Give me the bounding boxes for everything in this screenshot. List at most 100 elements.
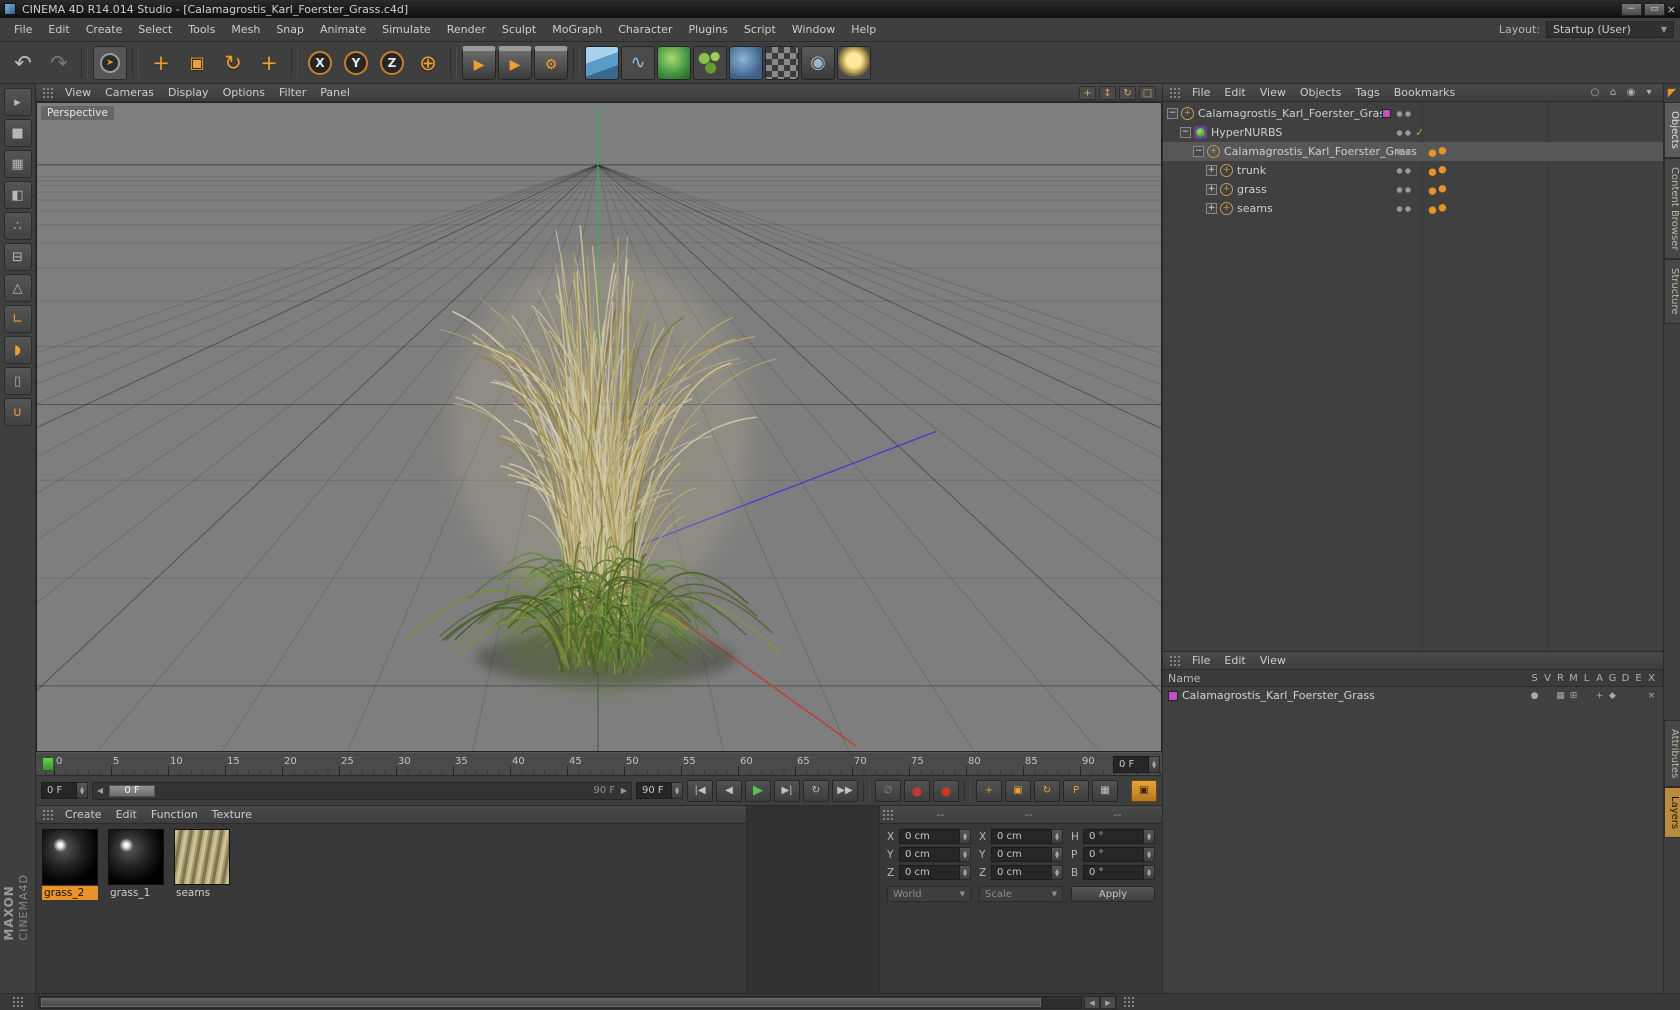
lock-x-axis-button[interactable]: X: [303, 46, 337, 80]
drag-handle-icon[interactable]: [42, 808, 54, 821]
layer-toggle-icon[interactable]: [1619, 691, 1632, 701]
material-item[interactable]: grass_2: [42, 829, 100, 900]
material-thumbnail[interactable]: [42, 829, 98, 885]
model-mode-button[interactable]: ■: [3, 119, 32, 147]
enable-axis-button[interactable]: ∟: [3, 305, 32, 333]
keyframe-selection-button[interactable]: ▦: [1092, 779, 1118, 802]
cycle-mode-button[interactable]: ↻: [803, 779, 829, 802]
menubar-item[interactable]: Help: [843, 20, 884, 39]
coordinate-value[interactable]: 0 cm: [991, 829, 1052, 844]
layer-toggle-icon[interactable]: [1632, 691, 1645, 701]
undo-button[interactable]: ↶: [6, 46, 40, 80]
range-start-field[interactable]: 0 F ▲ ▼: [41, 782, 88, 799]
object-tree-row[interactable]: Calamagrostis_Karl_Foerster_Grass ✓: [1163, 104, 1663, 123]
stepper-arrows-icon[interactable]: ▲ ▼: [1144, 847, 1155, 862]
stepper-arrows-icon[interactable]: ▲ ▼: [1052, 865, 1063, 880]
current-frame-value[interactable]: 0 F: [1113, 756, 1149, 773]
render-picture-viewer-button[interactable]: ▶: [498, 45, 532, 80]
enabled-check-icon[interactable]: ✓: [1415, 126, 1424, 139]
menubar-item[interactable]: Mesh: [223, 20, 268, 39]
expand-toggle-icon[interactable]: [1180, 127, 1191, 138]
timeline-ruler[interactable]: 0 5 10 15 20 25 30 35 40 45 50 55 60 65 70 75 80 85 90 0 F…: [36, 752, 1162, 776]
record-position-button[interactable]: +: [976, 779, 1002, 802]
scroll-left-icon[interactable]: ◀: [1084, 995, 1100, 1009]
right-panel-tab[interactable]: Attributes: [1664, 719, 1680, 788]
stepper-arrows-icon[interactable]: ▲ ▼: [1052, 847, 1063, 862]
menubar-item[interactable]: MoGraph: [544, 20, 610, 39]
menubar-item[interactable]: Window: [784, 20, 843, 39]
visibility-dots-icon[interactable]: [1395, 166, 1413, 175]
material-name[interactable]: grass_1: [108, 886, 164, 900]
redo-button[interactable]: ↷: [42, 46, 76, 80]
object-manager-menu-item[interactable]: View: [1253, 84, 1293, 101]
pan-view-icon[interactable]: +: [1079, 85, 1096, 100]
render-view-button[interactable]: ▶: [462, 45, 496, 80]
home-icon[interactable]: ⌂: [1606, 87, 1620, 98]
material-menu-item[interactable]: Create: [58, 806, 109, 823]
menubar-item[interactable]: File: [6, 20, 40, 39]
stepper-arrows-icon[interactable]: ▲ ▼: [960, 847, 971, 862]
workplane-mode-button[interactable]: ◧: [3, 181, 32, 209]
drag-handle-icon[interactable]: [11, 996, 24, 1008]
expand-toggle-icon[interactable]: [1206, 165, 1217, 176]
points-mode-button[interactable]: ∴: [3, 212, 32, 240]
right-panel-tab[interactable]: Content Browser: [1664, 157, 1680, 260]
coordinate-input[interactable]: 0 cm ▲ ▼: [899, 847, 971, 862]
previous-frame-button[interactable]: ◀: [716, 779, 742, 802]
close-button[interactable]: ×: [1667, 3, 1676, 16]
coordinate-value[interactable]: 0 cm: [899, 865, 960, 880]
render-settings-button[interactable]: ⚙: [534, 45, 568, 80]
add-deformer-button[interactable]: [729, 45, 763, 80]
coordinate-input[interactable]: 0 cm ▲ ▼: [991, 847, 1063, 862]
add-hypernurbs-button[interactable]: [657, 45, 691, 80]
menubar-item[interactable]: Create: [78, 20, 131, 39]
object-manager-menu-item[interactable]: Objects: [1293, 84, 1349, 101]
scroll-right-icon[interactable]: ▶: [1100, 995, 1116, 1009]
add-mograph-button[interactable]: [693, 45, 727, 80]
object-tree-row[interactable]: trunk ✓: [1163, 161, 1663, 180]
lock-y-axis-button[interactable]: Y: [339, 46, 373, 80]
layout-dropdown[interactable]: Startup (User) ▼: [1546, 21, 1674, 38]
menubar-item[interactable]: Snap: [268, 20, 312, 39]
add-camera-button[interactable]: ◉: [801, 45, 835, 80]
menu-arrow-icon[interactable]: ▾: [1642, 87, 1656, 98]
horizontal-scrollbar-track[interactable]: [38, 995, 1082, 1009]
object-tree-row[interactable]: HyperNURBS ✓: [1163, 123, 1663, 142]
coordinate-input[interactable]: 0 cm ▲ ▼: [991, 865, 1063, 880]
polygons-mode-button[interactable]: △: [3, 274, 32, 302]
maximize-view-icon[interactable]: □: [1139, 85, 1156, 100]
layer-toggle-icon[interactable]: ●: [1528, 691, 1541, 701]
viewport-menu-item[interactable]: Filter: [272, 84, 313, 101]
drag-handle-icon[interactable]: [882, 808, 894, 821]
goto-start-button[interactable]: |◀: [687, 779, 713, 802]
next-frame-button[interactable]: ▶|: [774, 779, 800, 802]
stepper-arrows-icon[interactable]: ▲ ▼: [960, 829, 971, 844]
last-used-tool-button[interactable]: +: [252, 46, 286, 80]
object-name[interactable]: seams: [1237, 202, 1273, 215]
coordinate-system-button[interactable]: ⊕: [411, 46, 445, 80]
workplane-lock-button[interactable]: ▯: [3, 367, 32, 395]
layer-toggle-icon[interactable]: ×: [1645, 691, 1658, 701]
layer-toggle-icon[interactable]: [1541, 691, 1554, 701]
menubar-item[interactable]: Simulate: [374, 20, 439, 39]
object-name[interactable]: Calamagrostis_Karl_Foerster_Grass: [1198, 107, 1391, 120]
keyframe-mode-button[interactable]: ∅: [875, 779, 901, 802]
lock-z-axis-button[interactable]: Z: [375, 46, 409, 80]
visibility-dots-icon[interactable]: [1395, 147, 1413, 156]
menubar-item[interactable]: Animate: [312, 20, 374, 39]
material-item[interactable]: seams: [174, 829, 232, 900]
record-scale-button[interactable]: ▣: [1005, 779, 1031, 802]
record-keyframe-button[interactable]: ●: [904, 779, 930, 802]
edges-mode-button[interactable]: ⊟: [3, 243, 32, 271]
expand-toggle-icon[interactable]: [1206, 203, 1217, 214]
layer-toggle-icon[interactable]: +: [1593, 691, 1606, 701]
coordinate-value[interactable]: 0 cm: [899, 829, 960, 844]
add-spline-button[interactable]: ∿: [621, 45, 655, 80]
object-tree-row[interactable]: seams ✓: [1163, 199, 1663, 218]
viewport-menu-item[interactable]: View: [58, 84, 98, 101]
material-thumbnail[interactable]: [174, 829, 230, 885]
drag-handle-icon[interactable]: [1169, 86, 1181, 99]
layer-toggle-icon[interactable]: [1580, 691, 1593, 701]
material-name[interactable]: seams: [174, 886, 230, 900]
search-icon[interactable]: ○: [1588, 87, 1602, 98]
